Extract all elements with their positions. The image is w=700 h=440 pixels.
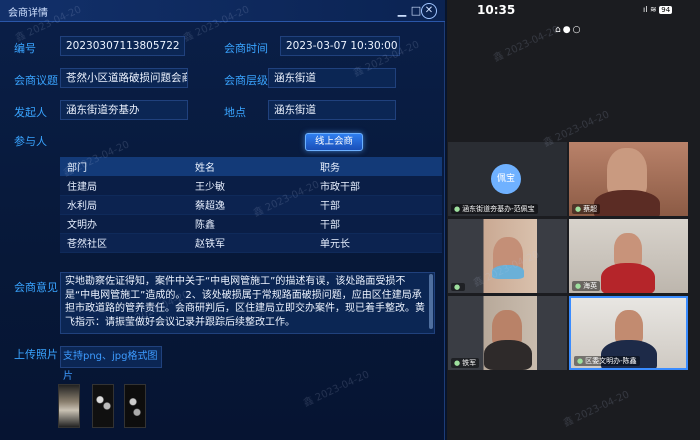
video-tile[interactable]: ● 蔡超 xyxy=(569,142,688,216)
photo-thumbnail[interactable] xyxy=(92,384,114,428)
wifi-icon: ≋ xyxy=(650,5,657,14)
photo-thumbnail[interactable] xyxy=(58,384,80,428)
participant-name: ● xyxy=(451,283,466,291)
page-indicator-icon[interactable]: ⌂●○ xyxy=(555,25,582,35)
place-field[interactable]: 涵东街道 xyxy=(268,100,396,120)
mic-icon: ● xyxy=(454,283,461,291)
participant-name: ● 蔡超 xyxy=(572,204,601,214)
upload-photo-button[interactable]: 支持png、jpg格式图片 xyxy=(60,346,162,382)
table-cell: 苍然社区 xyxy=(60,233,188,253)
participant-name: ● 涵东街道夯基办-范佩宝 xyxy=(451,204,538,214)
participant-video xyxy=(601,263,655,293)
mic-icon: ● xyxy=(575,205,582,213)
avatar: 佩宝 xyxy=(491,164,521,194)
participant-video xyxy=(615,310,643,344)
participant-name: ● 区委文明办-陈鑫 xyxy=(574,356,640,366)
window-titlebar: 会商详情 ▁ □ ✕ xyxy=(0,0,445,22)
video-tile[interactable]: ● xyxy=(448,219,567,293)
video-tile-active-speaker[interactable]: ● 区委文明办-陈鑫 xyxy=(569,296,688,370)
minimize-icon[interactable]: ▁ xyxy=(395,4,409,18)
table-row[interactable]: 住建局 王少敏 市政干部 xyxy=(60,176,442,196)
table-cell: 王少敏 xyxy=(188,176,313,196)
close-icon[interactable]: ✕ xyxy=(421,3,437,19)
table-cell: 单元长 xyxy=(313,233,442,253)
upload-label: 上传照片 xyxy=(14,348,58,361)
time-field[interactable]: 2023-03-07 10:30:00 xyxy=(280,36,400,56)
online-consultation-button[interactable]: 线上会商 xyxy=(305,133,363,151)
initiator-field[interactable]: 涵东街道夯基办 xyxy=(60,100,188,120)
participant-video xyxy=(492,265,524,279)
mic-icon: ● xyxy=(577,357,584,365)
table-cell: 水利局 xyxy=(60,195,188,215)
table-cell: 蔡超逸 xyxy=(188,195,313,215)
topic-label: 会商议题 xyxy=(14,74,58,87)
opinion-scrollbar[interactable] xyxy=(429,274,433,329)
consultation-detail-window: 会商详情 ▁ □ ✕ 编号 20230307113805722 会商时间 202… xyxy=(0,0,445,440)
place-label: 地点 xyxy=(224,106,246,119)
signal-icon: ıl xyxy=(643,5,648,14)
table-row[interactable]: 文明办 陈鑫 干部 xyxy=(60,214,442,234)
table-cell: 干部 xyxy=(313,195,442,215)
video-tile[interactable]: ● 铁军 xyxy=(448,296,567,370)
participant-video xyxy=(607,148,647,196)
participant-video xyxy=(594,190,660,216)
level-field[interactable]: 涵东街道 xyxy=(268,68,396,88)
table-cell: 赵铁军 xyxy=(188,233,313,253)
mic-icon: ● xyxy=(454,359,461,367)
table-cell: 文明办 xyxy=(60,214,188,234)
number-field[interactable]: 20230307113805722 xyxy=(60,36,185,56)
opinion-textarea[interactable]: 实地勘察佐证得知，案件中关于“中电网管施工”的描述有误，该处路面受损不是“中电网… xyxy=(60,272,435,334)
table-cell: 市政干部 xyxy=(313,176,442,196)
column-header-position: 职务 xyxy=(313,157,442,176)
participant-name: ● 海英 xyxy=(572,281,601,291)
initiator-label: 发起人 xyxy=(14,106,47,119)
participant-video xyxy=(614,233,642,267)
status-time: 10:35 xyxy=(477,3,516,17)
battery-icon: 94 xyxy=(659,6,673,14)
participants-label: 参与人 xyxy=(14,135,47,148)
topic-field[interactable]: 苍然小区道路破损问题会商 xyxy=(60,68,188,88)
table-header-row: 部门 姓名 职务 xyxy=(60,157,442,176)
column-header-name: 姓名 xyxy=(188,157,313,176)
video-tile[interactable]: ● 海英 xyxy=(569,219,688,293)
table-row[interactable]: 水利局 蔡超逸 干部 xyxy=(60,195,442,215)
mic-icon: ● xyxy=(575,282,582,290)
table-cell: 住建局 xyxy=(60,176,188,196)
photo-thumbnail[interactable] xyxy=(124,384,146,428)
window-title: 会商详情 xyxy=(8,8,48,19)
participant-video xyxy=(484,340,532,370)
time-label: 会商时间 xyxy=(224,42,268,55)
attendee-table: 部门 姓名 职务 住建局 王少敏 市政干部 水利局 蔡超逸 干部 文明办 陈鑫 … xyxy=(60,157,442,253)
opinion-label: 会商意见 xyxy=(14,281,58,294)
mic-icon: ● xyxy=(454,205,461,213)
number-label: 编号 xyxy=(14,42,36,55)
table-cell: 陈鑫 xyxy=(188,214,313,234)
status-indicators: ıl ≋ 94 xyxy=(643,5,673,14)
table-cell: 干部 xyxy=(313,214,442,234)
participant-name: ● 铁军 xyxy=(451,358,480,368)
column-header-department: 部门 xyxy=(60,157,188,176)
video-conference-phone: 10:35 ıl ≋ 94 ⌂●○ 佩宝 ● 涵东街道夯基办-范佩宝 ● 蔡超 ● … xyxy=(447,0,700,440)
video-tile[interactable]: 佩宝 ● 涵东街道夯基办-范佩宝 xyxy=(448,142,567,216)
table-row[interactable]: 苍然社区 赵铁军 单元长 xyxy=(60,233,442,253)
level-label: 会商层级 xyxy=(224,74,268,87)
